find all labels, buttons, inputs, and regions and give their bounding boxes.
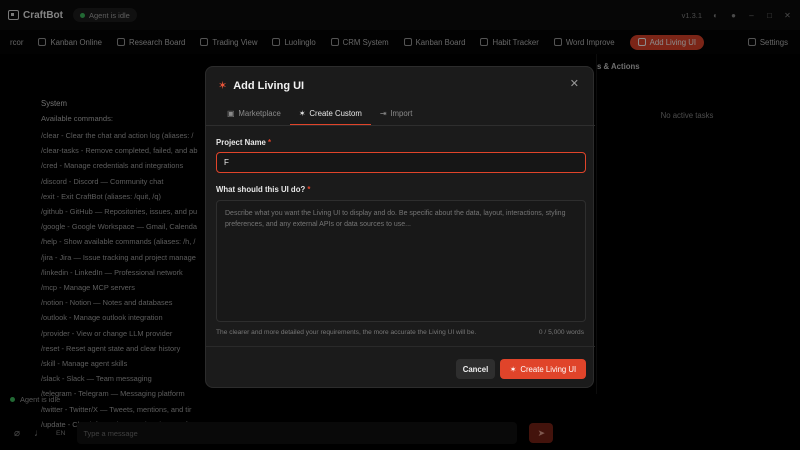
project-name-label: Project Name * <box>216 138 272 147</box>
store-icon: ▣ <box>227 109 235 118</box>
cancel-button[interactable]: Cancel <box>456 359 495 379</box>
dialog-divider <box>206 346 595 347</box>
project-name-input[interactable] <box>216 152 586 173</box>
tab-import[interactable]: ⇥ Import <box>371 102 422 125</box>
dialog-title: Add Living UI <box>233 79 305 92</box>
tab-create-custom[interactable]: ✶ Create Custom <box>289 102 371 125</box>
word-counter: 0 / 5,000 words <box>538 329 584 336</box>
spark-icon: ✶ <box>218 80 228 92</box>
tab-marketplace[interactable]: ▣ Marketplace <box>218 102 290 125</box>
add-living-ui-dialog: ✶ Add Living UI ✕ ▣ Marketplace ✶ Create C… <box>205 66 595 388</box>
spark-icon: ✶ <box>298 108 306 118</box>
description-textarea[interactable] <box>216 200 586 322</box>
close-icon[interactable]: ✕ <box>570 77 579 90</box>
import-icon: ⇥ <box>379 109 387 118</box>
spark-icon: ✶ <box>509 364 517 374</box>
required-mark: * <box>268 138 272 147</box>
description-label: What should this UI do? * <box>216 185 311 194</box>
requirements-hint: The clearer and more detailed your requi… <box>216 329 477 336</box>
required-mark: * <box>307 185 311 194</box>
dialog-tabs: ▣ Marketplace ✶ Create Custom ⇥ Import <box>206 102 595 126</box>
create-living-ui-button[interactable]: ✶ Create Living UI <box>500 359 586 379</box>
